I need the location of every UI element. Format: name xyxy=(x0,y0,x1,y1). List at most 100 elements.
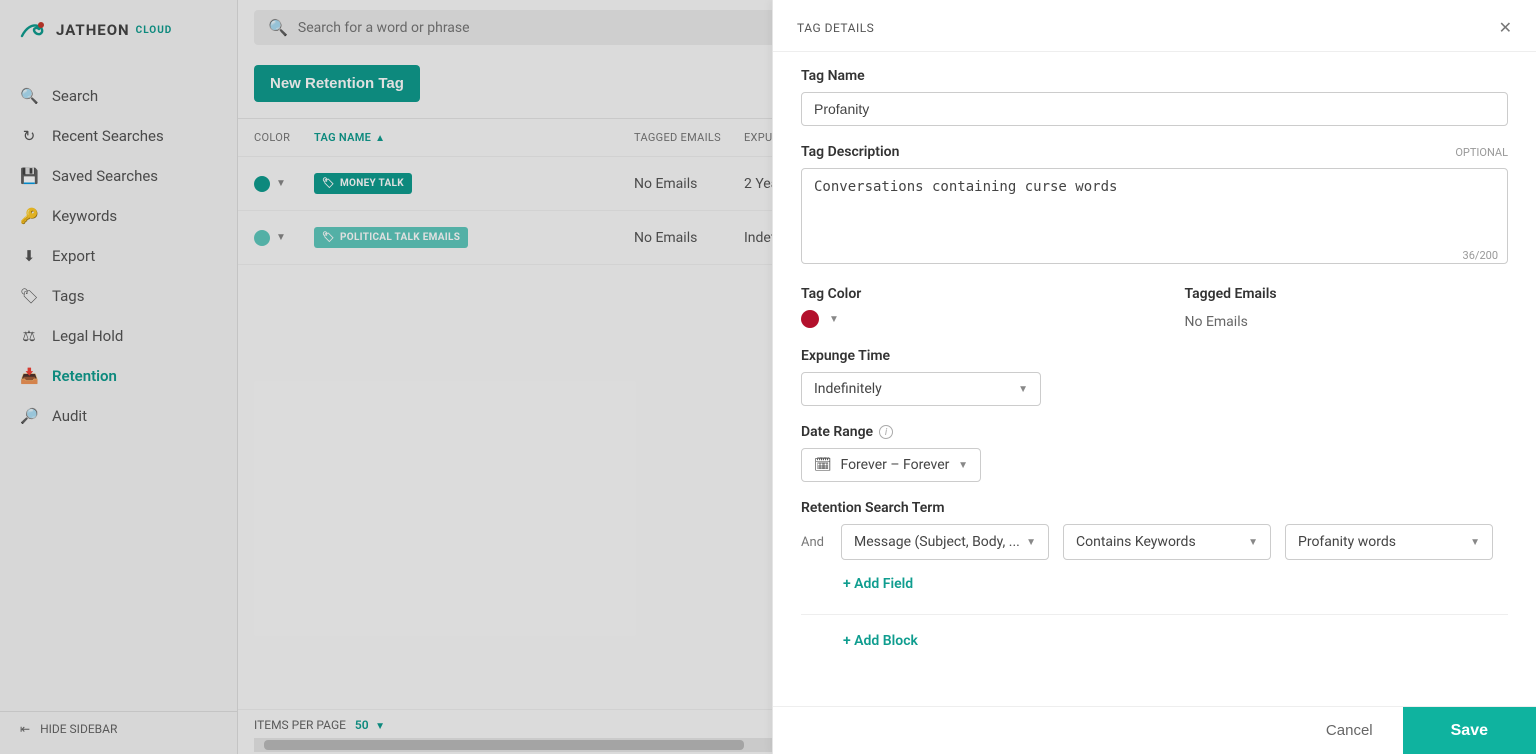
sidebar-item-search[interactable]: 🔍 Search xyxy=(0,76,237,116)
info-icon[interactable]: i xyxy=(879,425,893,439)
date-range-select[interactable]: 🗓 Forever – Forever ▼ xyxy=(801,448,981,482)
items-per-page-label: ITEMS PER PAGE xyxy=(254,718,346,732)
search-value-select[interactable]: Profanity words▼ xyxy=(1285,524,1493,560)
chevron-down-icon: ▼ xyxy=(1248,537,1258,548)
sidebar-item-retention[interactable]: 📥 Retention xyxy=(0,356,237,396)
row-tagged: No Emails xyxy=(634,176,744,192)
expunge-time-label: Expunge Time xyxy=(801,348,1508,364)
color-dot xyxy=(254,176,270,192)
logo-icon xyxy=(20,18,50,42)
hide-sidebar-button[interactable]: ⇤ HIDE SIDEBAR xyxy=(0,711,237,746)
row-tagname: 🏷 MONEY TALK xyxy=(314,173,514,194)
chevron-down-icon: ▼ xyxy=(958,460,968,471)
search-placeholder: Search for a word or phrase xyxy=(298,20,470,36)
sidebar-item-label: Recent Searches xyxy=(52,127,164,145)
add-block-link[interactable]: + Add Block xyxy=(843,633,1508,649)
scrollbar-thumb[interactable] xyxy=(264,740,744,750)
retention-icon: 📥 xyxy=(20,367,38,385)
items-per-page-select[interactable]: 50 ▼ xyxy=(355,718,385,732)
audit-icon: 🔎 xyxy=(20,407,38,425)
row-color[interactable]: ▼ xyxy=(254,230,314,246)
tagged-emails-value: No Emails xyxy=(1185,310,1509,330)
tag-badge: 🏷 MONEY TALK xyxy=(314,173,412,194)
chevron-down-icon: ▼ xyxy=(373,721,385,732)
scale-icon: ⚖ xyxy=(20,327,38,345)
sidebar-item-audit[interactable]: 🔎 Audit xyxy=(0,396,237,436)
tag-icon: 🏷 xyxy=(322,178,335,189)
tag-details-panel: TAG DETAILS ✕ Tag Name Tag Description O… xyxy=(772,0,1536,754)
sidebar-item-saved-searches[interactable]: 💾 Saved Searches xyxy=(0,156,237,196)
row-tagged: No Emails xyxy=(634,230,744,246)
char-count: 36/200 xyxy=(1463,249,1498,262)
panel-title: TAG DETAILS xyxy=(797,21,874,35)
chevron-down-icon: ▼ xyxy=(1018,384,1028,395)
search-condition-select[interactable]: Contains Keywords▼ xyxy=(1063,524,1271,560)
chevron-down-icon: ▼ xyxy=(276,178,286,189)
hide-sidebar-label: HIDE SIDEBAR xyxy=(40,722,117,736)
col-tagname[interactable]: TAG NAME▲ xyxy=(314,131,514,144)
collapse-icon: ⇤ xyxy=(20,722,30,736)
tag-color-label: Tag Color xyxy=(801,286,1125,302)
and-label: And xyxy=(801,535,827,550)
color-swatch xyxy=(801,310,819,328)
save-icon: 💾 xyxy=(20,167,38,185)
sidebar-item-keywords[interactable]: 🔑 Keywords xyxy=(0,196,237,236)
logo: JATHEON CLOUD xyxy=(0,0,237,56)
col-color: COLOR xyxy=(254,131,314,144)
tag-desc-input[interactable] xyxy=(801,168,1508,264)
panel-body: Tag Name Tag Description OPTIONAL 36/200… xyxy=(773,52,1536,706)
row-tagname: 🏷 POLITICAL TALK EMAILS xyxy=(314,227,514,248)
key-icon: 🔑 xyxy=(20,207,38,225)
col-tagged-emails: TAGGED EMAILS xyxy=(634,131,744,144)
chevron-down-icon: ▼ xyxy=(1470,537,1480,548)
tag-icon: 🏷 xyxy=(20,287,38,305)
chevron-down-icon: ▼ xyxy=(1026,537,1036,548)
tagged-emails-label: Tagged Emails xyxy=(1185,286,1509,302)
panel-footer: Cancel Save xyxy=(773,706,1536,754)
search-icon: 🔍 xyxy=(20,87,38,105)
sidebar-item-recent-searches[interactable]: ↻ Recent Searches xyxy=(0,116,237,156)
logo-text: JATHEON xyxy=(56,21,130,39)
sidebar-item-tags[interactable]: 🏷 Tags xyxy=(0,276,237,316)
tag-name-input[interactable] xyxy=(801,92,1508,126)
sidebar-item-label: Retention xyxy=(52,367,117,385)
tag-badge: 🏷 POLITICAL TALK EMAILS xyxy=(314,227,468,248)
new-retention-tag-button[interactable]: New Retention Tag xyxy=(254,65,420,102)
color-dot xyxy=(254,230,270,246)
panel-header: TAG DETAILS ✕ xyxy=(773,0,1536,52)
sidebar-item-label: Export xyxy=(52,247,95,265)
sidebar-item-label: Search xyxy=(52,87,98,105)
row-color[interactable]: ▼ xyxy=(254,176,314,192)
save-button[interactable]: Save xyxy=(1403,707,1536,754)
divider xyxy=(801,614,1508,615)
tag-desc-label: Tag Description xyxy=(801,144,899,160)
sidebar-item-label: Saved Searches xyxy=(52,167,158,185)
tag-color-picker[interactable]: ▼ xyxy=(801,310,1125,328)
sidebar-item-label: Keywords xyxy=(52,207,117,225)
sidebar-item-export[interactable]: ⬇ Export xyxy=(0,236,237,276)
chevron-down-icon: ▼ xyxy=(276,232,286,243)
download-icon: ⬇ xyxy=(20,247,38,265)
optional-label: OPTIONAL xyxy=(1455,146,1508,159)
sidebar: JATHEON CLOUD 🔍 Search ↻ Recent Searches 💾… xyxy=(0,0,238,754)
search-field-select[interactable]: Message (Subject, Body, ...▼ xyxy=(841,524,1049,560)
cancel-button[interactable]: Cancel xyxy=(1296,707,1403,754)
sidebar-item-label: Tags xyxy=(52,287,84,305)
sidebar-item-legal-hold[interactable]: ⚖ Legal Hold xyxy=(0,316,237,356)
logo-suffix: CLOUD xyxy=(136,25,173,36)
nav: 🔍 Search ↻ Recent Searches 💾 Saved Searches… xyxy=(0,76,237,436)
date-range-label: Date Range xyxy=(801,424,873,440)
history-icon: ↻ xyxy=(20,127,38,145)
add-field-link[interactable]: + Add Field xyxy=(843,576,1508,592)
calendar-icon: 🗓 xyxy=(814,457,832,473)
search-icon: 🔍 xyxy=(268,18,288,37)
search-term-label: Retention Search Term xyxy=(801,500,1508,516)
chevron-down-icon: ▼ xyxy=(829,314,839,325)
sort-asc-icon: ▲ xyxy=(375,133,385,144)
close-icon[interactable]: ✕ xyxy=(1499,18,1512,37)
expunge-time-select[interactable]: Indefinitely ▼ xyxy=(801,372,1041,406)
sidebar-item-label: Audit xyxy=(52,407,87,425)
sidebar-item-label: Legal Hold xyxy=(52,327,123,345)
tag-icon: 🏷 xyxy=(322,232,335,243)
tag-name-label: Tag Name xyxy=(801,68,1508,84)
